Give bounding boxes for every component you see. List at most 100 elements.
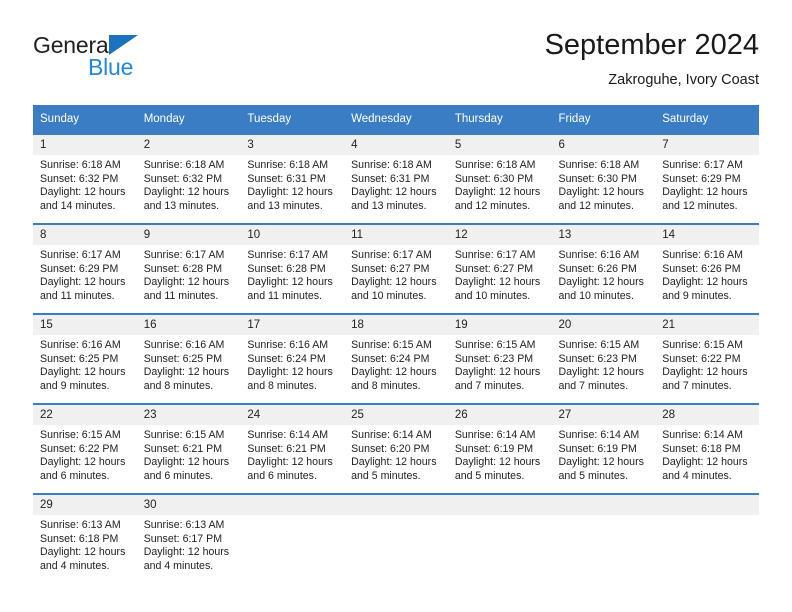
daylight-text-line1: Daylight: 12 hours: [662, 276, 748, 289]
day-details: Sunrise: 6:16 AM Sunset: 6:25 PM Daylight:…: [33, 335, 137, 393]
sunrise-text: Sunrise: 6:14 AM: [454, 429, 536, 441]
sunrise-text: Sunrise: 6:18 AM: [40, 159, 121, 171]
daylight-text-line1: Daylight: 12 hours: [247, 366, 333, 379]
day-details: Sunrise: 6:18 AM Sunset: 6:32 PM Daylight:…: [137, 155, 241, 213]
day-number: 14: [655, 225, 759, 245]
daylight-text-line1: Daylight: 12 hours: [40, 546, 126, 559]
calendar-day-cell[interactable]: 17 Sunrise: 6:16 AM Sunset: 6:24 PM Dayligh…: [240, 313, 345, 404]
day-number: 23: [136, 405, 241, 425]
calendar-day-cell[interactable]: 28 Sunrise: 6:14 AM Sunset: 6:18 PM Dayligh…: [655, 403, 759, 494]
day-number: 11: [344, 225, 448, 245]
sunrise-text: Sunrise: 6:17 AM: [454, 249, 536, 261]
sunrise-text: Sunrise: 6:17 AM: [351, 249, 432, 261]
calendar-day-cell[interactable]: 23 Sunrise: 6:15 AM Sunset: 6:21 PM Dayligh…: [136, 403, 241, 494]
calendar-day-cell[interactable]: 16 Sunrise: 6:16 AM Sunset: 6:25 PM Dayligh…: [136, 313, 241, 404]
calendar-day-cell[interactable]: 20 Sunrise: 6:15 AM Sunset: 6:23 PM Dayligh…: [551, 313, 656, 404]
sunrise-text: Sunrise: 6:16 AM: [558, 249, 640, 261]
day-details: Sunrise: 6:18 AM Sunset: 6:31 PM Daylight:…: [240, 155, 344, 213]
day-number: 3: [240, 135, 345, 155]
page-subtitle: Zakroguhe, Ivory Coast: [608, 72, 759, 88]
calendar-day-cell[interactable]: 2 Sunrise: 6:18 AM Sunset: 6:32 PM Daylight…: [136, 133, 241, 224]
calendar-day-cell[interactable]: 8 Sunrise: 6:17 AM Sunset: 6:29 PM Daylight…: [33, 223, 137, 314]
day-number: 7: [655, 135, 759, 155]
weekday-header-tuesday: Tuesday: [240, 105, 345, 134]
calendar-day-cell[interactable]: 11 Sunrise: 6:17 AM Sunset: 6:27 PM Dayligh…: [344, 223, 448, 314]
day-details: Sunrise: 6:15 AM Sunset: 6:21 PM Daylight:…: [137, 425, 241, 483]
daylight-text-line2: and 7 minutes.: [454, 379, 525, 392]
weekday-header-friday: Friday: [551, 105, 656, 134]
day-details: Sunrise: 6:15 AM Sunset: 6:24 PM Daylight:…: [344, 335, 448, 393]
calendar-day-cell[interactable]: 4 Sunrise: 6:18 AM Sunset: 6:31 PM Daylight…: [344, 133, 448, 224]
calendar-day-cell[interactable]: 7 Sunrise: 6:17 AM Sunset: 6:29 PM Daylight…: [655, 133, 759, 224]
calendar-empty-cell: [655, 493, 759, 583]
calendar-day-cell[interactable]: 30 Sunrise: 6:13 AM Sunset: 6:17 PM Dayligh…: [136, 493, 241, 583]
calendar-day-cell[interactable]: 29 Sunrise: 6:13 AM Sunset: 6:18 PM Dayligh…: [33, 493, 137, 583]
calendar-day-cell[interactable]: 22 Sunrise: 6:15 AM Sunset: 6:22 PM Dayligh…: [33, 403, 137, 494]
daylight-text-line2: and 4 minutes.: [662, 469, 732, 482]
daylight-text-line2: and 5 minutes.: [558, 469, 629, 482]
generalblue-logo[interactable]: General Blue: [33, 32, 233, 88]
calendar-day-cell[interactable]: 3 Sunrise: 6:18 AM Sunset: 6:31 PM Daylight…: [240, 133, 345, 224]
sunrise-text: Sunrise: 6:18 AM: [143, 159, 225, 171]
calendar-day-cell[interactable]: 5 Sunrise: 6:18 AM Sunset: 6:30 PM Daylight…: [447, 133, 552, 224]
calendar-week-row: 15 Sunrise: 6:16 AM Sunset: 6:25 PM Dayligh…: [33, 313, 759, 404]
day-number: 13: [551, 225, 656, 245]
day-details: Sunrise: 6:16 AM Sunset: 6:24 PM Daylight:…: [240, 335, 344, 393]
daylight-text-line2: and 8 minutes.: [351, 379, 421, 392]
calendar-day-cell[interactable]: 13 Sunrise: 6:16 AM Sunset: 6:26 PM Dayligh…: [551, 223, 656, 314]
calendar-day-cell[interactable]: 27 Sunrise: 6:14 AM Sunset: 6:19 PM Dayligh…: [551, 403, 656, 494]
sunset-text: Sunset: 6:26 PM: [662, 262, 741, 275]
daylight-text-line2: and 13 minutes.: [351, 199, 427, 212]
day-number: 21: [655, 315, 759, 335]
day-details: Sunrise: 6:13 AM Sunset: 6:18 PM Daylight:…: [33, 515, 137, 573]
sunset-text: Sunset: 6:25 PM: [40, 352, 119, 365]
day-number: 5: [447, 135, 552, 155]
day-number: 4: [344, 135, 448, 155]
day-details: Sunrise: 6:16 AM Sunset: 6:26 PM Daylight:…: [655, 245, 759, 303]
daylight-text-line1: Daylight: 12 hours: [454, 276, 541, 289]
day-details: Sunrise: 6:15 AM Sunset: 6:22 PM Daylight:…: [655, 335, 759, 393]
daylight-text-line2: and 10 minutes.: [351, 289, 427, 302]
sunrise-text: Sunrise: 6:18 AM: [558, 159, 640, 171]
calendar-empty-cell: [447, 493, 552, 583]
calendar-day-cell[interactable]: 26 Sunrise: 6:14 AM Sunset: 6:19 PM Dayligh…: [447, 403, 552, 494]
calendar-day-cell[interactable]: 14 Sunrise: 6:16 AM Sunset: 6:26 PM Dayligh…: [655, 223, 759, 314]
calendar-day-cell[interactable]: 25 Sunrise: 6:14 AM Sunset: 6:20 PM Dayligh…: [344, 403, 448, 494]
sunrise-text: Sunrise: 6:13 AM: [143, 519, 225, 531]
day-details: Sunrise: 6:15 AM Sunset: 6:22 PM Daylight:…: [33, 425, 137, 483]
calendar-day-cell[interactable]: 15 Sunrise: 6:16 AM Sunset: 6:25 PM Dayligh…: [33, 313, 137, 404]
calendar-day-cell[interactable]: 12 Sunrise: 6:17 AM Sunset: 6:27 PM Dayligh…: [447, 223, 552, 314]
day-number: 22: [33, 405, 137, 425]
daylight-text-line2: and 9 minutes.: [40, 379, 110, 392]
daylight-text-line2: and 11 minutes.: [247, 289, 323, 302]
sunset-text: Sunset: 6:23 PM: [454, 352, 534, 365]
calendar-day-cell[interactable]: 19 Sunrise: 6:15 AM Sunset: 6:23 PM Dayligh…: [447, 313, 552, 404]
day-number: 10: [240, 225, 345, 245]
sunrise-text: Sunrise: 6:15 AM: [351, 339, 432, 351]
calendar-day-cell[interactable]: 24 Sunrise: 6:14 AM Sunset: 6:21 PM Dayligh…: [240, 403, 345, 494]
daylight-text-line1: Daylight: 12 hours: [351, 186, 437, 199]
calendar-day-cell[interactable]: 18 Sunrise: 6:15 AM Sunset: 6:24 PM Dayligh…: [344, 313, 448, 404]
day-details: Sunrise: 6:14 AM Sunset: 6:21 PM Daylight:…: [240, 425, 344, 483]
calendar-week-row: 22 Sunrise: 6:15 AM Sunset: 6:22 PM Dayligh…: [33, 403, 759, 494]
daylight-text-line1: Daylight: 12 hours: [454, 366, 541, 379]
daylight-text-line2: and 8 minutes.: [247, 379, 317, 392]
page-title: September 2024: [544, 29, 759, 61]
calendar-day-cell[interactable]: 1 Sunrise: 6:18 AM Sunset: 6:32 PM Daylight…: [33, 133, 137, 224]
daylight-text-line2: and 12 minutes.: [558, 199, 634, 212]
calendar-day-cell[interactable]: 10 Sunrise: 6:17 AM Sunset: 6:28 PM Dayligh…: [240, 223, 345, 314]
day-details: Sunrise: 6:17 AM Sunset: 6:28 PM Daylight:…: [137, 245, 241, 303]
calendar-day-cell[interactable]: 21 Sunrise: 6:15 AM Sunset: 6:22 PM Dayligh…: [655, 313, 759, 404]
sunset-text: Sunset: 6:19 PM: [454, 442, 534, 455]
day-number: 2: [136, 135, 241, 155]
daylight-text-line2: and 14 minutes.: [40, 199, 116, 212]
sunrise-text: Sunrise: 6:14 AM: [247, 429, 329, 441]
sunrise-text: Sunrise: 6:13 AM: [40, 519, 121, 531]
calendar-day-cell[interactable]: 6 Sunrise: 6:18 AM Sunset: 6:30 PM Daylight…: [551, 133, 656, 224]
day-number: 12: [447, 225, 552, 245]
calendar-day-cell[interactable]: 9 Sunrise: 6:17 AM Sunset: 6:28 PM Daylight…: [136, 223, 241, 314]
daylight-text-line1: Daylight: 12 hours: [143, 546, 230, 559]
daylight-text-line2: and 13 minutes.: [143, 199, 220, 212]
daylight-text-line1: Daylight: 12 hours: [40, 366, 126, 379]
sunset-text: Sunset: 6:30 PM: [558, 172, 637, 185]
